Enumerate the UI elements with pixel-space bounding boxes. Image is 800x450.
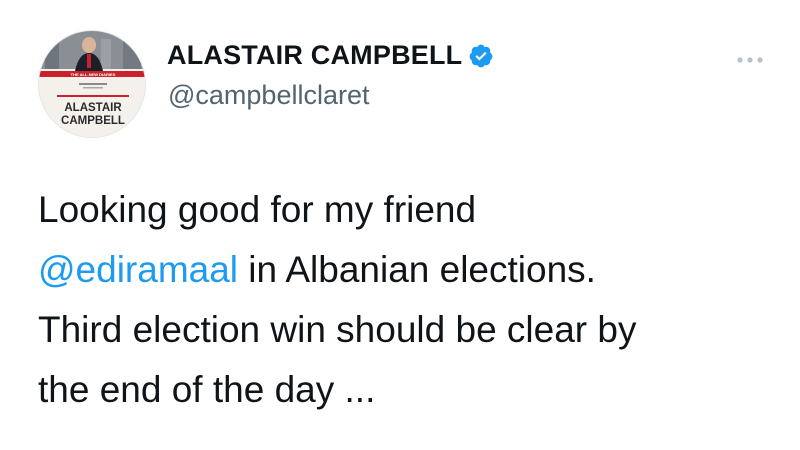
avatar-name-line-1: ALASTAIR [64,102,122,114]
tweet-text: Looking good for my friend @ediramaal in… [38,180,778,420]
tweet-text-line-1: Looking good for my friend [38,189,477,230]
avatar-book-cover-image: THE ALL-NEW DIARIES ALASTAIR CAMPBELL [39,31,145,137]
more-options-icon[interactable] [736,52,764,63]
tweet-card: THE ALL-NEW DIARIES ALASTAIR CAMPBELL AL… [0,0,800,450]
tweet-text-line-2: @ediramaal in Albanian elections. [38,240,778,300]
mention-link[interactable]: @ediramaal [38,249,238,290]
user-handle[interactable]: @campbellclaret [168,80,370,111]
tweet-text-line-4: the end of the day ... [38,369,376,410]
tweet-text-line-3: Third election win should be clear by [38,309,637,350]
tweet-text-line-2-rest: in Albanian elections. [238,249,596,290]
svg-text:THE ALL-NEW DIARIES: THE ALL-NEW DIARIES [71,72,116,77]
avatar[interactable]: THE ALL-NEW DIARIES ALASTAIR CAMPBELL [38,30,146,138]
verified-badge-icon [468,43,494,69]
display-name[interactable]: ALASTAIR CAMPBELL [167,40,462,71]
author-name-row[interactable]: ALASTAIR CAMPBELL [167,40,494,71]
avatar-name-line-2: CAMPBELL [61,115,125,127]
